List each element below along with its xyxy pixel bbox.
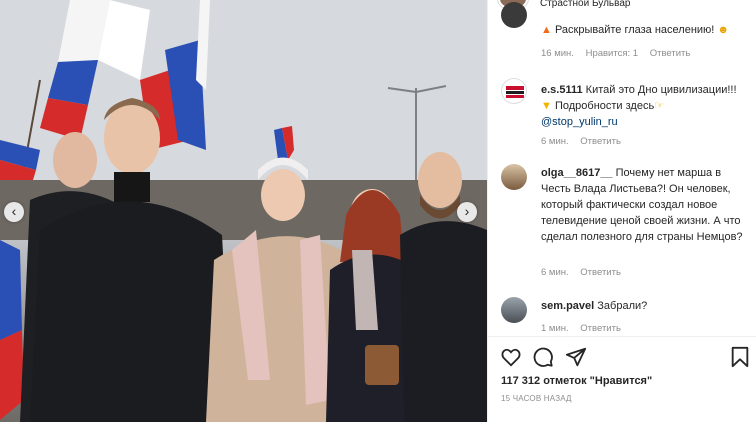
pointing-hand-icon: ☞ (654, 100, 665, 112)
comment-icon[interactable] (532, 346, 554, 368)
boycott-logo-icon (505, 85, 525, 99)
smile-icon: ☻ (717, 24, 729, 36)
comment-text: Забрали? (597, 300, 648, 312)
share-icon[interactable] (565, 346, 587, 368)
post-header: Страстной Бульвар (488, 0, 756, 12)
thumbs-down-icon: ▼ (541, 100, 552, 112)
comment-meta: 1 мин. Ответить (541, 323, 630, 334)
comment-text: Раскрывайте глаза населению! (554, 24, 718, 36)
chevron-left-icon[interactable]: ‹ (4, 202, 24, 222)
likes-count[interactable]: 117 312 отметок "Нравится" (501, 375, 652, 387)
comment-likes[interactable]: Нравится: 1 (586, 48, 638, 59)
reply-button[interactable]: Ответить (580, 323, 621, 334)
comment-username[interactable]: olga__8617__ (541, 167, 613, 179)
bookmark-icon[interactable] (729, 346, 751, 368)
comment-text: Китай это Дно цивилизации!!! (585, 84, 737, 96)
comment-meta: 6 мин. Ответить (541, 136, 630, 147)
comment-avatar[interactable] (501, 297, 527, 323)
photo-illustration (0, 0, 487, 422)
post-actions: 117 312 отметок "Нравится" 15 ЧАСОВ НАЗА… (488, 336, 756, 422)
comment-time: 1 мин. (541, 323, 569, 334)
comment-time: 6 мин. (541, 267, 569, 278)
fire-icon: ▲ (541, 24, 552, 36)
mention-link[interactable]: @stop_yulin_ru (541, 116, 618, 128)
comment-avatar[interactable] (501, 78, 527, 104)
reply-button[interactable]: Ответить (580, 267, 621, 278)
reply-button[interactable]: Ответить (650, 48, 691, 59)
comment-time: 16 мин. (541, 48, 574, 59)
comment-meta: 6 мин. Ответить (541, 267, 630, 278)
comment-username[interactable]: e.s.5111 (541, 84, 583, 96)
comments-panel: Страстной Бульвар ▲ Раскрывайте глаза на… (487, 0, 756, 422)
comment-avatar[interactable] (501, 2, 527, 28)
reply-button[interactable]: Ответить (580, 136, 621, 147)
comment-text-line2: Подробности здесь (554, 100, 655, 112)
chevron-right-icon[interactable]: › (457, 202, 477, 222)
comment-meta: 16 мин. Нравится: 1 Ответить (541, 48, 699, 59)
author-name[interactable]: Страстной Бульвар (540, 0, 630, 9)
comment-username[interactable]: sem.pavel (541, 300, 594, 312)
comment-avatar[interactable] (501, 164, 527, 190)
heart-icon[interactable] (500, 346, 522, 368)
comment-time: 6 мин. (541, 136, 569, 147)
post-time: 15 ЧАСОВ НАЗАД (501, 394, 572, 403)
post-photo: ‹ › (0, 0, 487, 422)
